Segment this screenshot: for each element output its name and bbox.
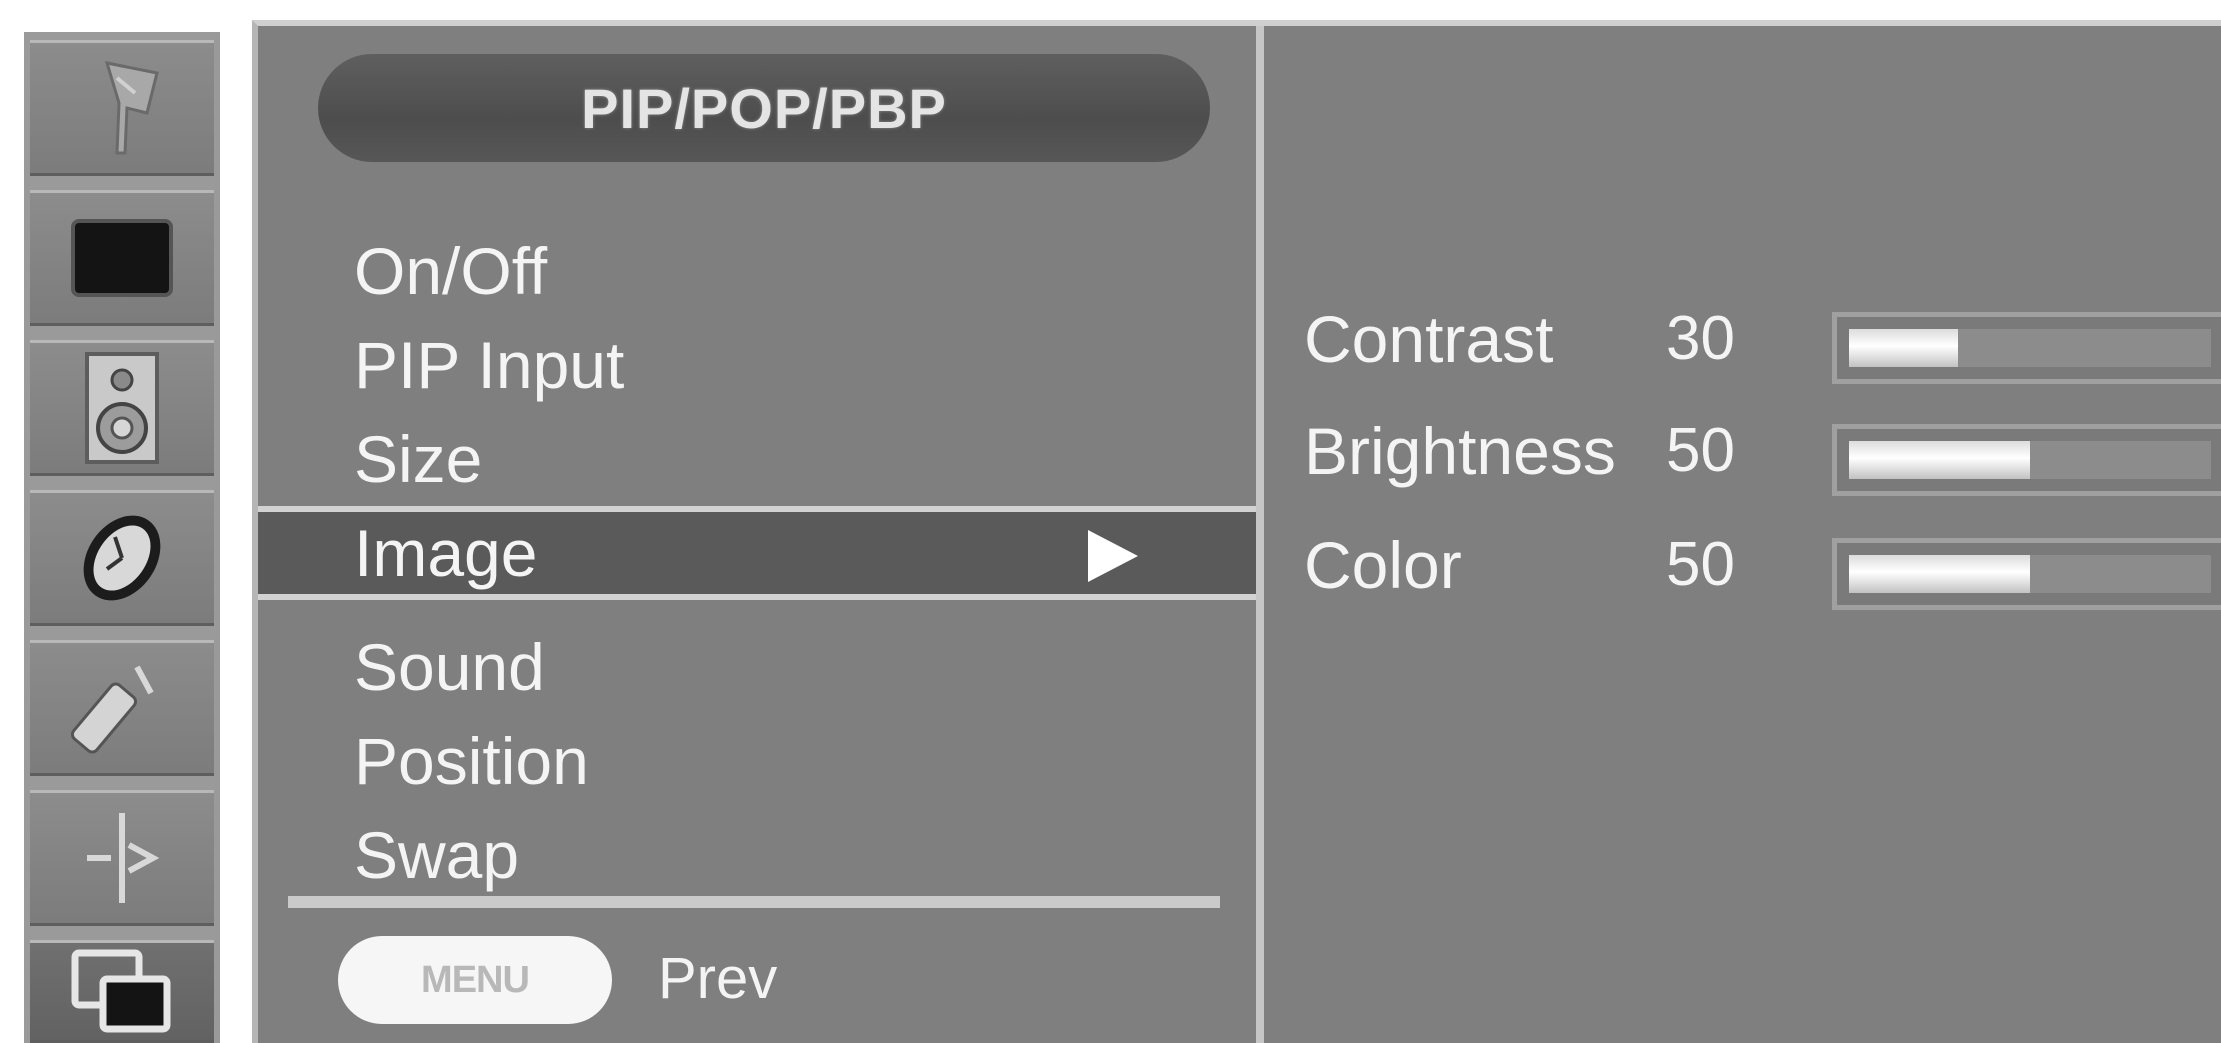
pip-icon <box>71 949 171 1032</box>
column-divider <box>1256 26 1264 1043</box>
option-icon <box>87 813 160 903</box>
menu-item-on-off[interactable]: On/Off <box>258 224 1256 318</box>
slider-fill <box>1849 555 2030 593</box>
setting-contrast: Contrast 30 <box>1304 294 2221 384</box>
setting-value: 30 <box>1666 304 1735 373</box>
setting-label: Contrast <box>1304 302 1554 376</box>
slider-inner <box>1849 329 2211 367</box>
setting-label: Brightness <box>1304 414 1616 488</box>
menu-item-image-label: Image <box>354 516 538 590</box>
category-pip[interactable] <box>30 940 214 1043</box>
slider-inner <box>1849 555 2211 593</box>
category-option[interactable] <box>30 640 214 776</box>
category-icon-strip <box>24 32 220 1043</box>
menu-item-image[interactable]: Image <box>258 506 1256 600</box>
setting-color: Color 50 <box>1304 520 2221 610</box>
speaker-icon <box>85 352 159 464</box>
key-icon <box>70 665 154 754</box>
osd-menu-panel: PIP/POP/PBP On/Off PIP Input Size Image … <box>252 20 2221 1043</box>
menu-column: PIP/POP/PBP On/Off PIP Input Size Image … <box>258 26 1256 1043</box>
footer-divider <box>288 896 1220 908</box>
contrast-slider[interactable] <box>1832 312 2221 384</box>
menu-title: PIP/POP/PBP <box>318 54 1210 162</box>
category-antenna[interactable] <box>30 40 214 176</box>
submenu-arrow-icon <box>1088 530 1138 582</box>
category-picture[interactable] <box>30 190 214 326</box>
category-setup[interactable] <box>30 790 214 926</box>
category-audio[interactable] <box>30 340 214 476</box>
menu-item-position[interactable]: Position <box>258 714 1256 808</box>
prev-label: Prev <box>658 946 778 1011</box>
picture-icon <box>71 219 173 297</box>
setting-value: 50 <box>1666 530 1735 599</box>
clock-icon <box>83 515 161 601</box>
color-slider[interactable] <box>1832 538 2221 610</box>
slider-inner <box>1849 441 2211 479</box>
brightness-slider[interactable] <box>1832 424 2221 496</box>
slider-fill <box>1849 441 2030 479</box>
setting-brightness: Brightness 50 <box>1304 406 2221 496</box>
antenna-icon <box>104 61 159 155</box>
slider-fill <box>1849 329 1958 367</box>
menu-item-sound[interactable]: Sound <box>258 620 1256 714</box>
menu-item-pip-input[interactable]: PIP Input <box>258 318 1256 412</box>
setting-value: 50 <box>1666 416 1735 485</box>
category-time[interactable] <box>30 490 214 626</box>
setting-label: Color <box>1304 528 1462 602</box>
menu-item-size[interactable]: Size <box>258 412 1256 506</box>
menu-button[interactable]: MENU <box>338 936 612 1024</box>
menu-item-swap[interactable]: Swap <box>258 808 1256 902</box>
